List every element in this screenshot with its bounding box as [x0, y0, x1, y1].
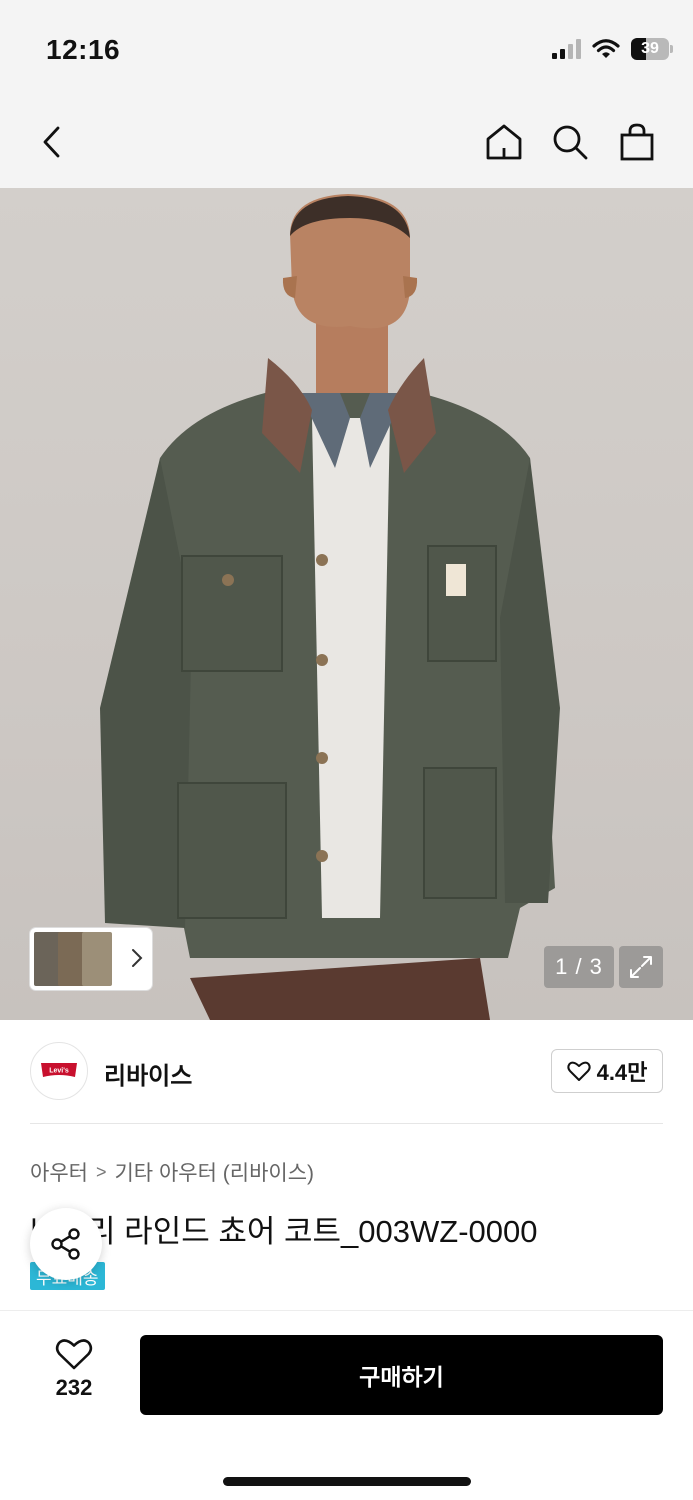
brand-name[interactable]: 리바이스: [104, 1056, 192, 1091]
cart-button[interactable]: [613, 118, 661, 166]
chevron-left-icon: [43, 126, 60, 158]
brand-logo[interactable]: Levi's: [30, 1042, 88, 1100]
product-photo: [100, 194, 560, 1020]
brand-logo-text: Levi's: [49, 1068, 69, 1075]
brand-like-button[interactable]: 4.4만: [551, 1049, 663, 1093]
heart-icon: [566, 1061, 591, 1081]
expand-gallery-button[interactable]: [619, 946, 663, 988]
breadcrumb: 아우터 > 기타 아우터 (리바이스): [30, 1157, 314, 1187]
home-icon: [486, 124, 522, 160]
heart-icon: [55, 1339, 93, 1370]
top-navigation: [0, 96, 693, 188]
wishlist-button[interactable]: 232: [30, 1337, 118, 1401]
product-image-gallery[interactable]: 1 / 3: [0, 188, 693, 1020]
battery-level: 39: [641, 40, 659, 57]
divider: [30, 1123, 663, 1124]
search-button[interactable]: [546, 118, 594, 166]
gallery-thumbnail[interactable]: [82, 932, 112, 986]
chevron-right-icon: >: [95, 1161, 107, 1182]
brand-row[interactable]: Levi's 리바이스 4.4만: [0, 1020, 693, 1124]
levis-logo: Levi's: [41, 1063, 77, 1077]
status-bar: 12:16 39: [0, 0, 693, 96]
shopping-bag-icon: [620, 123, 654, 161]
status-icons: 39: [552, 38, 673, 60]
product-title: 바드리 라인드 쵸어 코트_003WZ-0000: [30, 1214, 538, 1249]
buy-button[interactable]: 구매하기: [140, 1335, 663, 1415]
bottom-action-bar: 232 구매하기: [0, 1310, 693, 1500]
share-button[interactable]: [30, 1208, 102, 1280]
chevron-right-icon: [132, 949, 143, 967]
gallery-thumbnail-strip[interactable]: [30, 928, 152, 990]
home-button[interactable]: [480, 118, 528, 166]
brand-like-count: 4.4만: [596, 1060, 648, 1085]
wifi-icon: [592, 39, 620, 58]
home-indicator[interactable]: [223, 1477, 471, 1486]
status-time: 12:16: [46, 34, 121, 65]
expand-icon: [630, 956, 652, 978]
cellular-signal-icon: [552, 39, 581, 59]
share-icon: [51, 1228, 80, 1260]
battery-icon: 39: [631, 38, 673, 60]
wishlist-count: 232: [55, 1375, 93, 1400]
gallery-page-indicator: 1 / 3: [544, 946, 614, 988]
back-button[interactable]: [28, 118, 76, 166]
search-icon: [553, 125, 588, 160]
breadcrumb-item[interactable]: 아우터: [30, 1157, 88, 1187]
breadcrumb-item[interactable]: 기타 아우터 (리바이스): [114, 1157, 314, 1187]
